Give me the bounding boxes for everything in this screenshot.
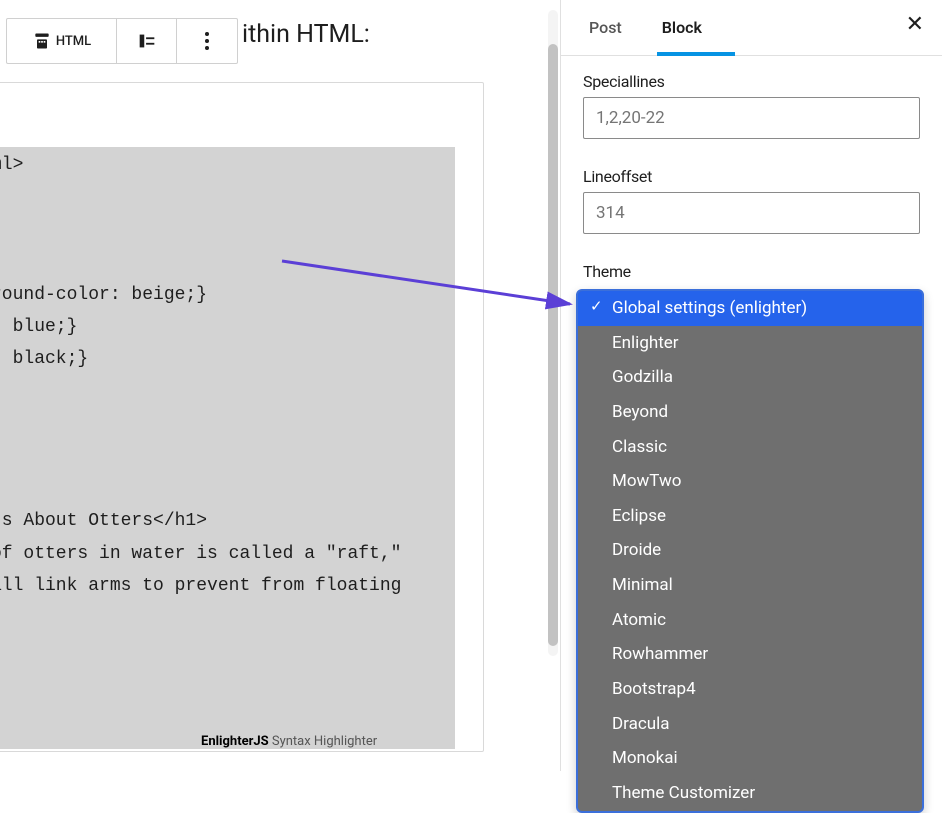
speciallines-input[interactable]: [583, 97, 920, 139]
settings-sidebar: Post Block ✕ Speciallines Lineoffset The…: [560, 0, 942, 771]
theme-option[interactable]: Godzilla: [578, 360, 922, 395]
block-caption: EnlighterJS Syntax Highlighter: [201, 734, 377, 749]
more-vertical-icon: [205, 32, 209, 50]
theme-option[interactable]: Atomic: [578, 603, 922, 638]
editor-canvas[interactable]: ml> round-color: beige;} : blue;} : blac…: [0, 82, 484, 752]
theme-option[interactable]: Beyond: [578, 395, 922, 430]
theme-option[interactable]: Eclipse: [578, 499, 922, 534]
sidebar-body: Speciallines Lineoffset Theme Global set…: [561, 56, 942, 297]
block-type-button[interactable]: HTML: [7, 19, 117, 63]
tab-active-indicator: [657, 52, 735, 56]
theme-option[interactable]: Minimal: [578, 568, 922, 603]
theme-option[interactable]: Classic: [578, 430, 922, 465]
block-toolbar: HTML: [6, 18, 238, 64]
align-icon: [136, 30, 158, 52]
theme-option[interactable]: MowTwo: [578, 464, 922, 499]
theme-option[interactable]: Rowhammer: [578, 637, 922, 672]
sidebar-tabs: Post Block ✕: [561, 0, 942, 56]
theme-option[interactable]: Bootstrap4: [578, 672, 922, 707]
code-block[interactable]: ml> round-color: beige;} : blue;} : blac…: [0, 147, 455, 749]
theme-option[interactable]: Theme Customizer: [578, 776, 922, 811]
block-type-label: HTML: [56, 34, 91, 49]
tab-block[interactable]: Block: [654, 0, 710, 55]
theme-label: Theme: [583, 262, 920, 281]
tab-post[interactable]: Post: [581, 0, 630, 55]
lineoffset-input[interactable]: [583, 192, 920, 234]
theme-option[interactable]: Enlighter: [578, 326, 922, 361]
scroll-thumb[interactable]: [548, 44, 558, 646]
page-heading-partial: ithin HTML:: [242, 20, 370, 49]
theme-option[interactable]: Global settings (enlighter): [578, 291, 922, 326]
theme-option[interactable]: Dracula: [578, 707, 922, 742]
close-sidebar-button[interactable]: ✕: [906, 14, 924, 36]
align-button[interactable]: [117, 19, 177, 63]
speciallines-label: Speciallines: [583, 72, 920, 91]
more-options-button[interactable]: [177, 19, 237, 63]
theme-option[interactable]: Droide: [578, 533, 922, 568]
lineoffset-label: Lineoffset: [583, 167, 920, 186]
editor-left-pane: HTML ithin HTML: ml> round-color: beige;…: [0, 0, 560, 771]
html-block-icon: [32, 31, 52, 51]
theme-dropdown-list: Global settings (enlighter)EnlighterGodz…: [576, 289, 924, 813]
